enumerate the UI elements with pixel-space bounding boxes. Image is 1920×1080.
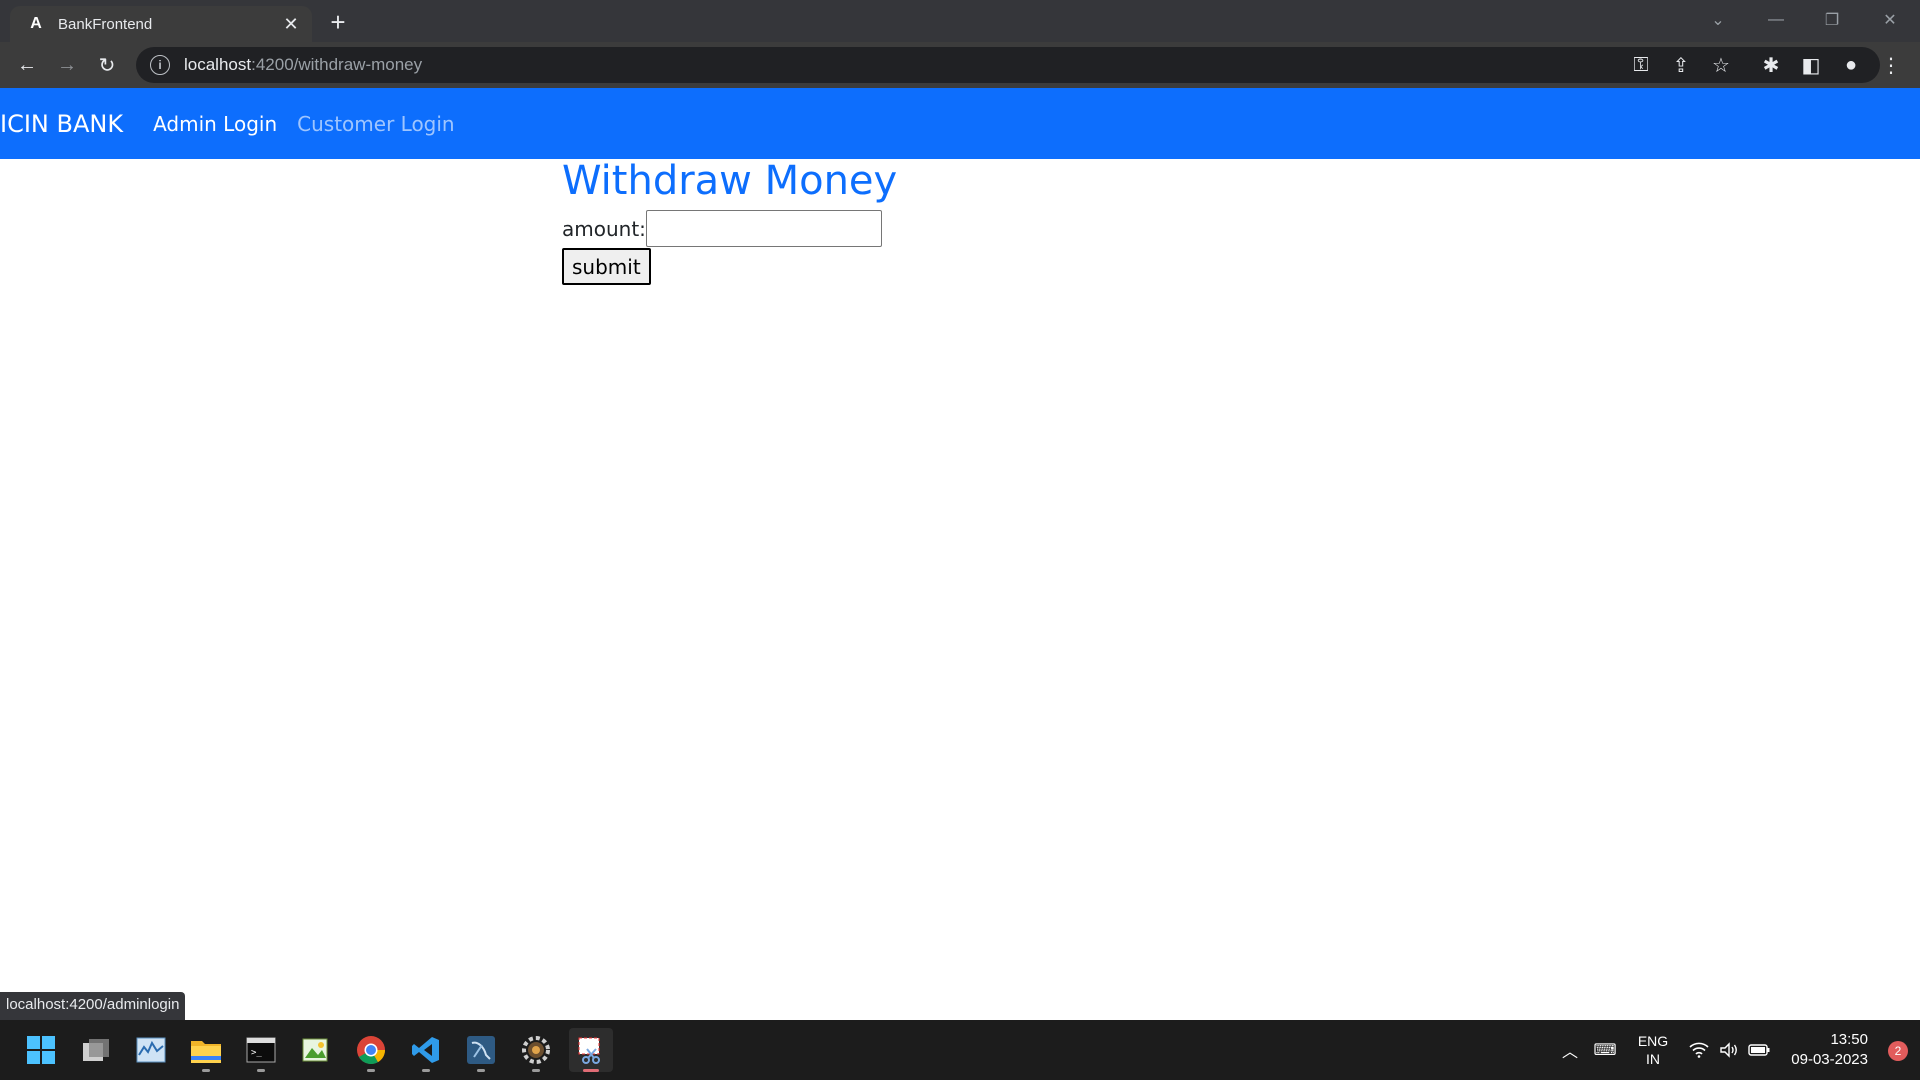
volume-icon[interactable] — [1716, 1020, 1742, 1080]
share-icon[interactable]: ⇪ — [1666, 50, 1696, 80]
windows-start-icon[interactable] — [19, 1028, 63, 1072]
restore-button[interactable]: ❐ — [1804, 0, 1860, 40]
brand-logo[interactable]: ICIN BANK — [0, 110, 123, 138]
withdraw-form: Withdraw Money amount: submit — [562, 158, 897, 285]
key-icon[interactable]: ⚿ — [1626, 50, 1656, 80]
language-indicator[interactable]: ENG IN — [1630, 1020, 1676, 1080]
nav-customer-login[interactable]: Customer Login — [297, 112, 454, 136]
page-title: Withdraw Money — [562, 158, 898, 204]
time: 13:50 — [1830, 1031, 1868, 1048]
svg-text:>_: >_ — [251, 1048, 262, 1058]
notification-badge[interactable]: 2 — [1888, 1041, 1908, 1061]
menu-icon[interactable]: ⋮ — [1876, 50, 1906, 80]
running-indicator — [422, 1069, 430, 1072]
date: 09-03-2023 — [1791, 1051, 1868, 1068]
forward-icon[interactable]: → — [52, 50, 82, 80]
mysql-workbench-icon[interactable] — [459, 1028, 503, 1072]
amount-row: amount: — [562, 210, 897, 247]
running-indicator — [257, 1069, 265, 1072]
minimize-button[interactable]: — — [1748, 0, 1804, 40]
taskbar: >_ ︿ ⌨ ENG IN 13:50 09-03-2023 2 — [0, 1020, 1920, 1080]
close-window-button[interactable]: ✕ — [1862, 0, 1918, 40]
vscode-icon[interactable] — [404, 1028, 448, 1072]
back-icon[interactable]: ← — [12, 50, 42, 80]
browser-tab[interactable]: A BankFrontend ✕ — [10, 6, 312, 42]
running-indicator — [532, 1069, 540, 1072]
running-indicator — [202, 1069, 210, 1072]
battery-icon[interactable] — [1746, 1020, 1772, 1080]
file-explorer-icon[interactable] — [184, 1028, 228, 1072]
image-viewer-icon[interactable] — [294, 1028, 338, 1072]
side-panel-icon[interactable]: ◧ — [1796, 50, 1826, 80]
amount-label: amount: — [562, 216, 646, 241]
task-view-icon[interactable] — [74, 1028, 118, 1072]
submit-button[interactable]: submit — [562, 248, 651, 285]
language-code: ENG — [1637, 1033, 1669, 1049]
wifi-icon[interactable] — [1686, 1020, 1712, 1080]
chrome-icon[interactable] — [349, 1028, 393, 1072]
extensions-icon[interactable]: ✱ — [1756, 50, 1786, 80]
amount-input[interactable] — [645, 210, 882, 247]
new-tab-button[interactable]: + — [324, 7, 352, 37]
navbar: ICIN BANK Admin Login Customer Login — [0, 88, 1920, 159]
running-indicator — [367, 1069, 375, 1072]
nav-admin-login[interactable]: Admin Login — [153, 112, 277, 136]
active-indicator — [583, 1069, 599, 1072]
tab-title: BankFrontend — [58, 15, 153, 33]
settings-icon[interactable] — [514, 1028, 558, 1072]
resource-monitor-icon[interactable] — [129, 1028, 173, 1072]
address-bar[interactable]: i localhost:4200/withdraw-money — [136, 47, 1880, 83]
star-icon[interactable]: ☆ — [1706, 50, 1736, 80]
browser-toolbar: ← → ↻ i localhost:4200/withdraw-money ⚿ … — [0, 42, 1920, 88]
clock[interactable]: 13:50 09-03-2023 — [1791, 1030, 1868, 1070]
terminal-icon[interactable]: >_ — [239, 1028, 283, 1072]
close-tab-icon[interactable]: ✕ — [280, 13, 302, 35]
angular-icon: A — [30, 15, 42, 32]
keyboard-icon[interactable]: ⌨ — [1590, 1020, 1620, 1080]
chevron-up-icon[interactable]: ︿ — [1556, 1020, 1584, 1080]
reload-icon[interactable]: ↻ — [92, 50, 122, 80]
site-info-icon[interactable]: i — [150, 55, 170, 75]
status-bar-url: localhost:4200/adminlogin — [0, 992, 186, 1020]
snipping-tool-icon[interactable] — [569, 1028, 613, 1072]
profile-icon[interactable]: ● — [1836, 50, 1866, 80]
tab-search-icon[interactable]: ⌄ — [1690, 0, 1746, 40]
tab-strip: A BankFrontend ✕ + ⌄ — ❐ ✕ — [0, 0, 1920, 42]
url-path: :4200/withdraw-money — [251, 55, 423, 74]
running-indicator — [477, 1069, 485, 1072]
region-code: IN — [1646, 1051, 1660, 1067]
url-host: localhost — [184, 55, 252, 74]
